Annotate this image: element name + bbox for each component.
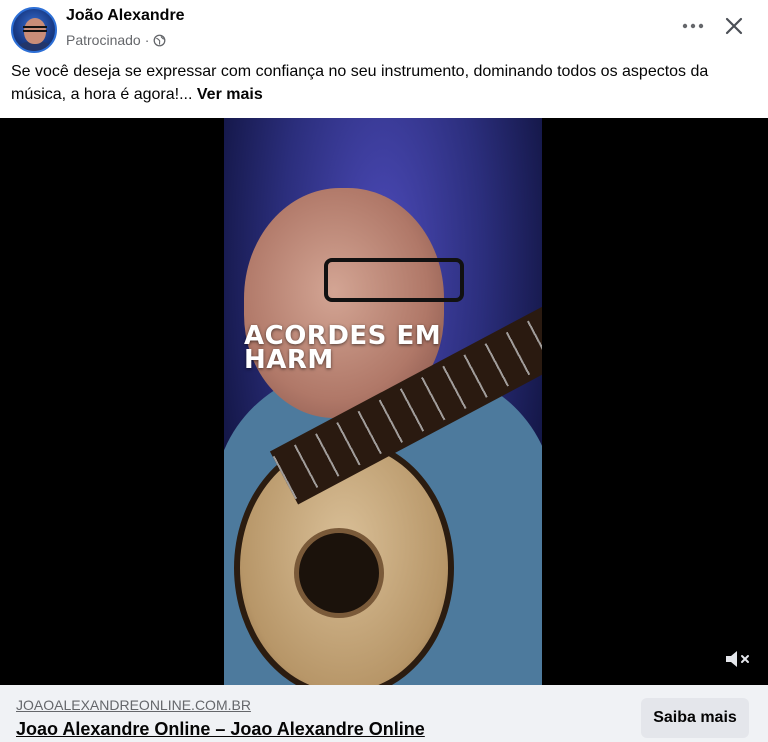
close-icon[interactable] [722,14,746,38]
meta-separator: · [144,32,150,48]
author-name[interactable]: João Alexandre [66,7,185,25]
see-more-link[interactable]: Ver mais [197,86,263,103]
caption-text: Se você deseja se expressar com confianç… [11,63,709,103]
video-overlay-title: ACORDES EM HARM [244,321,442,375]
video-person-glasses [324,258,464,302]
more-dots-icon [682,23,704,29]
post-meta: Patrocinado · [66,32,166,48]
avatar-glasses [23,26,47,32]
post-header: João Alexandre Patrocinado · [0,0,768,56]
link-title[interactable]: Joao Alexandre Online – Joao Alexandre O… [16,719,425,740]
video-frame: ACORDES EM HARM [224,118,542,685]
author-avatar[interactable] [11,7,57,53]
guitar-soundhole [294,528,384,618]
sponsored-post: João Alexandre Patrocinado · Se você des… [0,0,768,742]
link-preview[interactable]: JOAOALEXANDREONLINE.COM.BR Joao Alexandr… [0,685,768,742]
link-domain[interactable]: JOAOALEXANDREONLINE.COM.BR [16,697,251,713]
post-caption: Se você deseja se expressar com confianç… [11,60,751,106]
video-player[interactable]: ACORDES EM HARM [0,118,768,685]
sponsored-label[interactable]: Patrocinado [66,32,141,48]
globe-icon [153,34,166,46]
muted-speaker-icon[interactable] [724,648,752,670]
learn-more-button[interactable]: Saiba mais [641,698,749,738]
more-options-icon[interactable] [681,14,705,38]
